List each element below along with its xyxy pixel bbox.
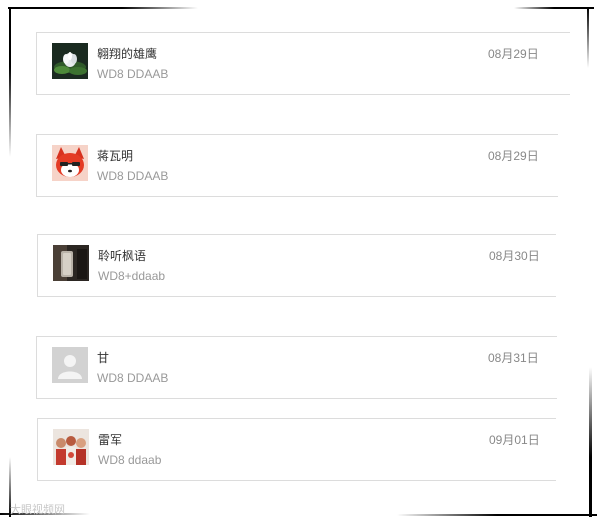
- contact-name: 翱翔的雄鹰: [97, 47, 158, 61]
- red-fox-cartoon-avatar: [52, 145, 88, 181]
- message-preview: WD8 DDAAB: [97, 371, 169, 385]
- message-item[interactable]: 聆听枫语 WD8+ddaab 08月30日: [37, 234, 556, 297]
- contact-name: 聆听枫语: [98, 249, 147, 263]
- message-date: 08月30日: [489, 249, 540, 263]
- message-item[interactable]: 甘 WD8 DDAAB 08月31日: [36, 336, 557, 399]
- frame-corner: [397, 514, 597, 516]
- message-preview: WD8 DDAAB: [97, 67, 169, 81]
- message-item[interactable]: 蒋瓦明 WD8 DDAAB 08月29日: [36, 134, 558, 197]
- message-date: 09月01日: [489, 433, 540, 447]
- contact-name: 甘: [97, 351, 110, 365]
- frame-corner: [514, 7, 594, 9]
- lotus-photo-avatar: [52, 43, 88, 79]
- message-preview: WD8 DDAAB: [97, 169, 169, 183]
- frame-corner: [9, 7, 11, 157]
- dark-photo-avatar: [53, 245, 89, 281]
- frame-corner: [589, 367, 592, 517]
- contact-name: 蒋瓦明: [97, 149, 134, 163]
- contact-name: 雷军: [98, 433, 123, 447]
- frame-corner: [587, 8, 589, 68]
- default-user-avatar: [52, 347, 88, 383]
- message-item[interactable]: 翱翔的雄鹰 WD8 DDAAB 08月29日: [36, 32, 570, 95]
- watermark: 大眼视频网: [10, 503, 65, 516]
- group-photo-avatar: [53, 429, 89, 465]
- message-date: 08月29日: [488, 47, 539, 61]
- message-preview: WD8 ddaab: [98, 453, 162, 467]
- message-date: 08月29日: [488, 149, 539, 163]
- message-preview: WD8+ddaab: [98, 269, 166, 283]
- message-item[interactable]: 雷军 WD8 ddaab 09月01日: [37, 418, 556, 481]
- frame-corner: [8, 7, 198, 9]
- message-date: 08月31日: [488, 351, 539, 365]
